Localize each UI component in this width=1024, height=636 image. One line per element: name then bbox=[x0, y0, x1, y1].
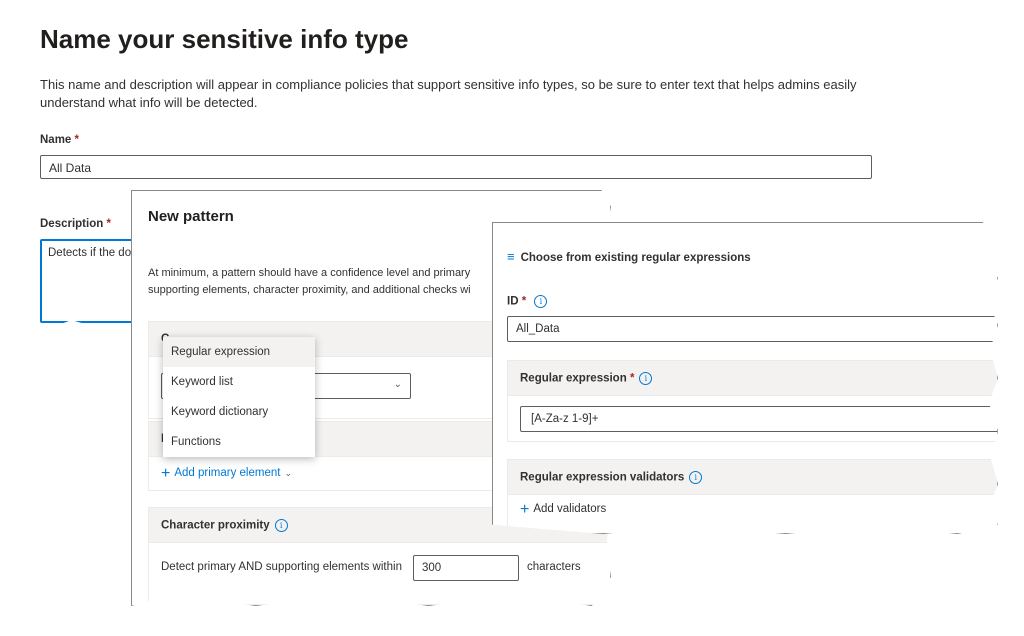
dropdown-option-keyword-list[interactable]: Keyword list bbox=[163, 367, 315, 397]
regex-validators-label-text: Regular expression validators bbox=[520, 471, 685, 484]
choose-existing-regex-label: Choose from existing regular expressions bbox=[520, 252, 751, 264]
add-primary-element-label: Add primary element bbox=[174, 467, 281, 479]
chevron-down-icon: ⌄ bbox=[393, 379, 402, 390]
info-icon[interactable]: i bbox=[639, 372, 653, 385]
plus-icon: + bbox=[520, 501, 530, 518]
name-label: Name * bbox=[40, 134, 79, 146]
regex-label-text: Regular expression bbox=[520, 372, 627, 385]
regex-input[interactable]: [A-Za-z 1-9]+ bbox=[520, 406, 997, 432]
regex-validators-header: Regular expression validators i bbox=[507, 459, 997, 495]
dropdown-option-regular-expression[interactable]: Regular expression bbox=[163, 337, 315, 367]
choose-existing-regex-button[interactable]: ≡ Choose from existing regular expression… bbox=[507, 249, 751, 264]
regex-validators-body: + Add validators bbox=[507, 495, 997, 533]
page-title: Name your sensitive info type bbox=[40, 24, 409, 54]
id-input[interactable]: All_Data bbox=[507, 316, 997, 342]
list-icon: ≡ bbox=[507, 249, 515, 264]
info-icon[interactable]: i bbox=[689, 471, 703, 484]
proximity-suffix: characters bbox=[527, 561, 581, 573]
add-validators-label: Add validators bbox=[533, 503, 607, 515]
page-description: This name and description will appear in… bbox=[40, 77, 857, 110]
regex-header: Regular expression * i bbox=[507, 360, 997, 396]
element-type-dropdown: Regular expression Keyword list Keyword … bbox=[163, 337, 315, 457]
name-input[interactable]: All Data bbox=[40, 155, 872, 179]
regex-body: [A-Za-z 1-9]+ bbox=[507, 396, 997, 442]
proximity-prefix: Detect primary AND supporting elements w… bbox=[161, 561, 402, 573]
required-mark: * bbox=[521, 295, 527, 308]
character-proximity-label: Character proximity i bbox=[161, 519, 288, 532]
info-icon[interactable]: i bbox=[534, 295, 548, 308]
character-proximity-body: Detect primary AND supporting elements w… bbox=[148, 543, 610, 605]
dropdown-option-functions[interactable]: Functions bbox=[163, 427, 315, 457]
regular-expression-panel: ≡ Choose from existing regular expression… bbox=[492, 222, 998, 534]
regex-validators-label: Regular expression validators i bbox=[520, 471, 703, 484]
new-pattern-title: New pattern bbox=[148, 208, 234, 225]
required-mark: * bbox=[74, 134, 80, 146]
description-label-text: Description bbox=[40, 218, 104, 230]
required-mark: * bbox=[629, 372, 635, 385]
regex-label: Regular expression * i bbox=[520, 372, 653, 385]
add-primary-element-button[interactable]: + Add primary element ⌄ bbox=[161, 465, 292, 483]
required-mark: * bbox=[106, 218, 111, 230]
id-label-text: ID bbox=[507, 295, 519, 308]
chevron-down-icon: ⌄ bbox=[284, 468, 292, 478]
plus-icon: + bbox=[161, 465, 171, 482]
name-label-text: Name bbox=[40, 134, 72, 146]
dropdown-option-keyword-dictionary[interactable]: Keyword dictionary bbox=[163, 397, 315, 427]
info-icon[interactable]: i bbox=[274, 519, 288, 532]
id-label: ID * i bbox=[507, 295, 548, 308]
description-label: Description * bbox=[40, 218, 111, 230]
character-proximity-label-text: Character proximity bbox=[161, 519, 270, 532]
add-validators-button[interactable]: + Add validators bbox=[520, 501, 606, 519]
proximity-input[interactable]: 300 bbox=[413, 555, 519, 581]
